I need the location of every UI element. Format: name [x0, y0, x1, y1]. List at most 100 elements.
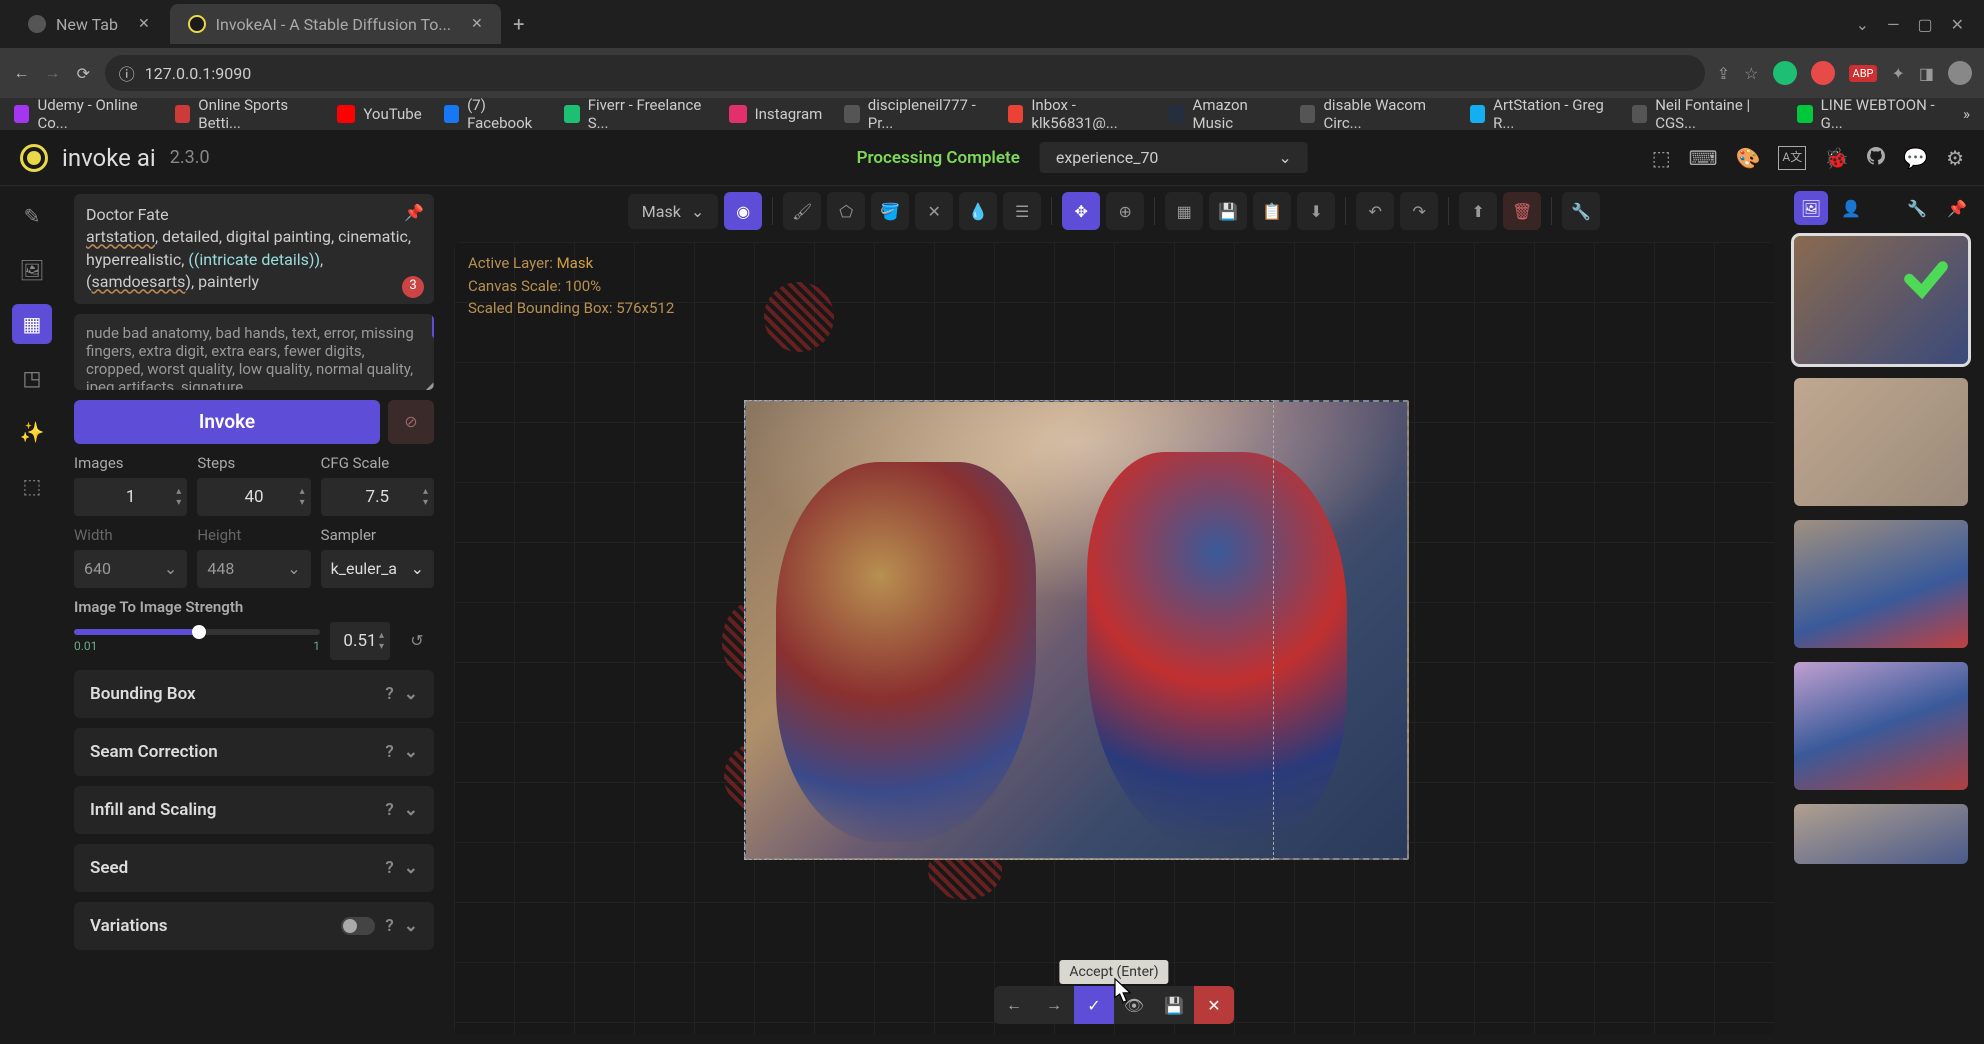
bookmark-item[interactable]: Online Sports Betti... [175, 96, 316, 132]
maximize-icon[interactable]: ▢ [1917, 15, 1932, 34]
sampler-select[interactable]: k_euler_a⌄ [321, 550, 434, 588]
help-icon[interactable]: ? [385, 742, 393, 762]
bookmark-item[interactable]: disable Wacom Circ... [1300, 96, 1448, 132]
share-icon[interactable]: ⇪ [1717, 64, 1730, 83]
palette-icon[interactable]: 🎨 [1736, 146, 1761, 170]
upload-button[interactable]: ⬆ [1459, 192, 1497, 230]
canvas-viewport[interactable]: Active Layer: Mask Canvas Scale: 100% Sc… [454, 242, 1774, 1034]
bookmarks-overflow-button[interactable]: » [1963, 105, 1970, 123]
browser-tab[interactable]: New Tab ✕ [10, 4, 168, 44]
bookmark-item[interactable]: Inbox - klk56831@... [1008, 96, 1147, 132]
close-window-icon[interactable]: ✕ [1951, 15, 1964, 34]
url-input[interactable]: ⓘ 127.0.0.1:9090 [105, 55, 1705, 91]
profile-avatar[interactable] [1948, 61, 1972, 85]
variations-toggle[interactable] [341, 917, 375, 935]
help-icon[interactable]: ? [385, 858, 393, 878]
cube-icon[interactable]: ⬚ [1652, 146, 1671, 170]
negative-prompt-input[interactable]: nude bad anatomy, bad hands, text, error… [74, 314, 434, 390]
help-icon[interactable]: ? [385, 684, 393, 704]
gallery-settings-button[interactable]: 🔧 [1900, 191, 1934, 225]
reload-button[interactable]: ⟳ [74, 59, 93, 87]
gallery-pin-button[interactable]: 📌 [1940, 191, 1974, 225]
save-to-gallery-button[interactable]: 💾 [1209, 192, 1247, 230]
positive-prompt-input[interactable]: 📌 Doctor Fate artstation, detailed, digi… [74, 194, 434, 304]
mask-settings-button[interactable]: ◉ [724, 192, 762, 230]
training-tab[interactable]: ⬚ [12, 466, 52, 506]
forward-button[interactable]: → [43, 59, 62, 87]
bookmark-item[interactable]: ArtStation - Greg R... [1470, 96, 1610, 132]
fill-tool[interactable]: 🪣 [871, 192, 909, 230]
scrollbar-thumb[interactable] [432, 314, 434, 338]
bookmark-item[interactable]: (7) Facebook [444, 96, 543, 132]
i2i-value-input[interactable]: 0.51▴▾ [330, 622, 390, 660]
discord-icon[interactable]: 💬 [1903, 146, 1928, 170]
bounding-box-accordion[interactable]: Bounding Box ?⌄ [74, 670, 434, 718]
height-select[interactable]: 448⌄ [197, 550, 310, 588]
layer-selector[interactable]: Mask⌄ [628, 194, 718, 229]
copy-to-clipboard-button[interactable]: 📋 [1253, 192, 1291, 230]
staging-toggle-visibility-button[interactable]: 👁 [1114, 986, 1154, 1024]
bookmark-item[interactable]: Fiverr - Freelance S... [564, 96, 706, 132]
clear-mask-button[interactable]: ✕ [915, 192, 953, 230]
model-selector[interactable]: experience_70 ⌄ [1040, 142, 1308, 173]
staging-prev-button[interactable]: ← [994, 986, 1034, 1024]
extension-abp-icon[interactable]: ABP [1849, 65, 1878, 82]
images-input[interactable]: 1▴▾ [74, 478, 187, 516]
staging-accept-button[interactable]: ✓ [1074, 986, 1114, 1024]
help-icon[interactable]: ? [385, 916, 393, 936]
seam-correction-accordion[interactable]: Seam Correction ?⌄ [74, 728, 434, 776]
nodes-tab[interactable]: ◳ [12, 358, 52, 398]
clear-canvas-button[interactable]: 🗑 [1503, 192, 1541, 230]
bug-icon[interactable]: 🐞 [1824, 146, 1849, 170]
canvas-settings-button[interactable]: 🔧 [1562, 192, 1600, 230]
gallery-user-tab[interactable]: 👤 [1834, 191, 1868, 225]
staging-next-button[interactable]: → [1034, 986, 1074, 1024]
staging-save-button[interactable]: 💾 [1154, 986, 1194, 1024]
merge-visible-button[interactable]: ▦ [1165, 192, 1203, 230]
i2i-strength-slider[interactable] [74, 629, 320, 635]
pin-icon[interactable]: 📌 [404, 202, 424, 224]
sidepanel-icon[interactable]: ◨ [1919, 64, 1934, 83]
slider-thumb[interactable] [192, 625, 206, 639]
seed-accordion[interactable]: Seed ?⌄ [74, 844, 434, 892]
width-select[interactable]: 640⌄ [74, 550, 187, 588]
bookmark-item[interactable]: YouTube [337, 105, 421, 123]
download-button[interactable]: ⬇ [1297, 192, 1335, 230]
infill-scaling-accordion[interactable]: Infill and Scaling ?⌄ [74, 786, 434, 834]
chevron-down-icon[interactable]: ⌄ [1856, 15, 1869, 34]
move-tool[interactable]: ✥ [1062, 192, 1100, 230]
extension-icon[interactable] [1773, 61, 1797, 85]
gallery-thumbnail[interactable] [1794, 804, 1968, 864]
bookmark-item[interactable]: Udemy - Online Co... [14, 96, 153, 132]
bookmark-item[interactable]: Neil Fontaine | CGS... [1632, 96, 1775, 132]
browser-tab-active[interactable]: InvokeAI - A Stable Diffusion To... ✕ [170, 4, 501, 44]
gallery-images-tab[interactable]: 🖼 [1794, 191, 1828, 225]
brush-tool[interactable]: 🖌 [783, 192, 821, 230]
bookmark-item[interactable]: LINE WEBTOON - G... [1797, 96, 1941, 132]
staging-discard-button[interactable]: ✕ [1194, 986, 1234, 1024]
new-tab-button[interactable]: + [503, 8, 535, 40]
close-icon[interactable]: ✕ [471, 16, 483, 32]
resize-handle[interactable]: ◢ [422, 378, 432, 388]
back-button[interactable]: ← [12, 59, 31, 87]
cfg-input[interactable]: 7.5▴▾ [321, 478, 434, 516]
language-icon[interactable]: A文 [1778, 146, 1806, 170]
bookmark-item[interactable]: Amazon Music [1169, 96, 1278, 132]
bookmark-item[interactable]: discipleneil777 - Pr... [844, 96, 986, 132]
bookmark-item[interactable]: Instagram [729, 105, 823, 123]
invoke-button[interactable]: Invoke [74, 400, 380, 444]
reset-view-button[interactable]: ⊕ [1106, 192, 1144, 230]
gallery-thumbnail[interactable] [1794, 520, 1968, 648]
brush-options-button[interactable]: ☰ [1003, 192, 1041, 230]
github-icon[interactable] [1867, 146, 1885, 170]
cancel-button[interactable]: ⊘ [388, 400, 434, 444]
gallery-thumbnail[interactable] [1794, 378, 1968, 506]
redo-button[interactable]: ↷ [1400, 192, 1438, 230]
close-icon[interactable]: ✕ [138, 16, 150, 32]
minimize-icon[interactable]: — [1887, 15, 1900, 34]
gallery-thumbnail[interactable] [1794, 662, 1968, 790]
img2img-tab[interactable]: 🖼 [12, 250, 52, 290]
unified-canvas-tab[interactable]: ▦ [12, 304, 52, 344]
variations-accordion[interactable]: Variations ?⌄ [74, 902, 434, 950]
reset-i2i-button[interactable]: ↺ [400, 624, 434, 658]
